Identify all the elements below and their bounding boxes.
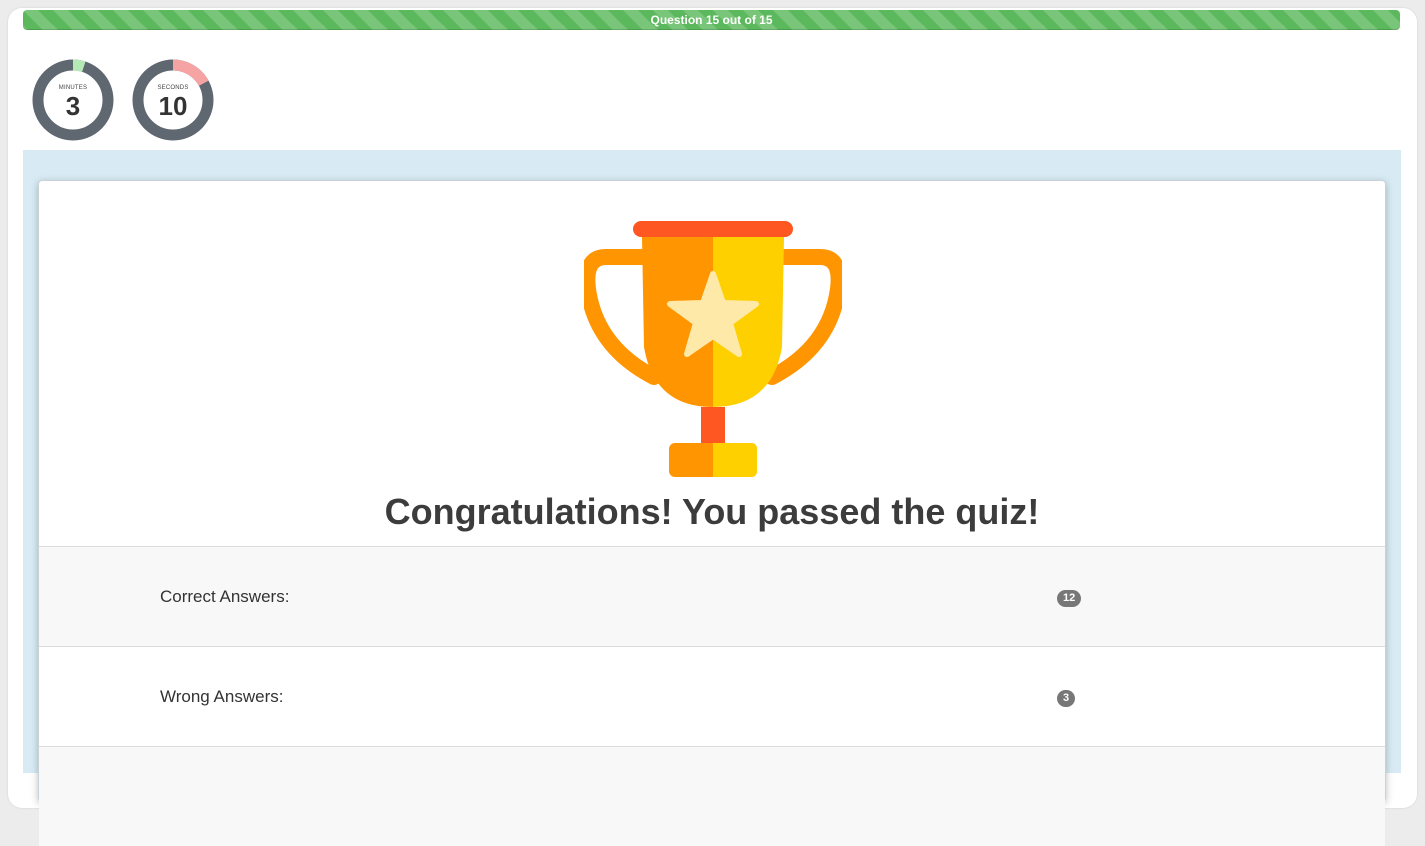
seconds-value: 10 <box>158 91 188 121</box>
wrong-answers-label: Wrong Answers: <box>160 687 284 706</box>
result-title: Congratulations! You passed the quiz! <box>384 491 1040 532</box>
stat-row-wrong: Wrong Answers: 3 <box>39 646 1385 746</box>
minutes-timer: MINUTES 3 <box>32 59 114 141</box>
seconds-timer: SECONDS 10 <box>132 59 214 141</box>
quiz-progress-bar: Question 15 out of 15 <box>23 10 1400 30</box>
result-card: Congratulations! You passed the quiz! Co… <box>38 180 1386 846</box>
wrong-answers-badge: 3 <box>1057 690 1076 707</box>
result-area: Congratulations! You passed the quiz! Co… <box>23 150 1401 846</box>
minutes-value: 3 <box>65 91 81 121</box>
stat-row-next <box>39 746 1385 846</box>
trophy-icon <box>584 221 842 477</box>
progress-label: Question 15 out of 15 <box>650 13 773 27</box>
stat-row-correct: Correct Answers: 12 <box>39 546 1385 646</box>
correct-answers-badge: 12 <box>1057 590 1082 607</box>
correct-answers-label: Correct Answers: <box>160 587 290 606</box>
